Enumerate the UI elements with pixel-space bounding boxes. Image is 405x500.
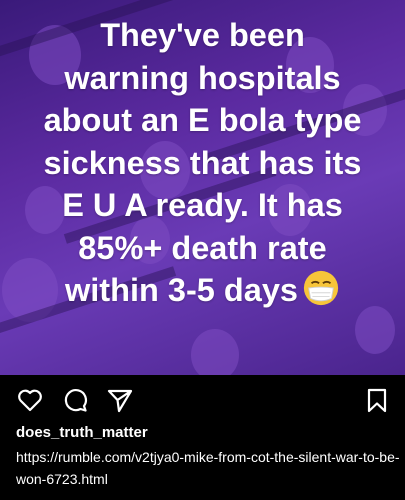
caption-line: E U A ready. It has bbox=[62, 187, 343, 223]
description-link[interactable]: https://rumble.com/v2tjya0-mike-from-cot… bbox=[16, 446, 401, 490]
caption-line: 85%+ death rate bbox=[78, 229, 327, 266]
caption-line: They've been bbox=[100, 17, 305, 53]
author-username[interactable]: does_truth_matter bbox=[16, 424, 148, 441]
caption-line: about an E bola type bbox=[43, 102, 362, 138]
post-caption-text: They've been warning hospitals about an … bbox=[0, 14, 405, 312]
caption-line-last: within 3-5 days bbox=[0, 269, 405, 312]
heart-outline-icon[interactable] bbox=[16, 386, 44, 414]
post-image[interactable]: They've been warning hospitals about an … bbox=[0, 0, 405, 375]
caption-line-text: within 3-5 days bbox=[65, 272, 298, 308]
comment-bubble-icon[interactable] bbox=[61, 386, 89, 414]
caption-line: sickness that has its bbox=[43, 144, 362, 181]
bookmark-icon[interactable] bbox=[363, 386, 391, 414]
paper-plane-icon[interactable] bbox=[106, 386, 134, 414]
face-with-medical-mask-icon bbox=[303, 270, 339, 306]
caption-line: warning hospitals bbox=[64, 59, 341, 96]
